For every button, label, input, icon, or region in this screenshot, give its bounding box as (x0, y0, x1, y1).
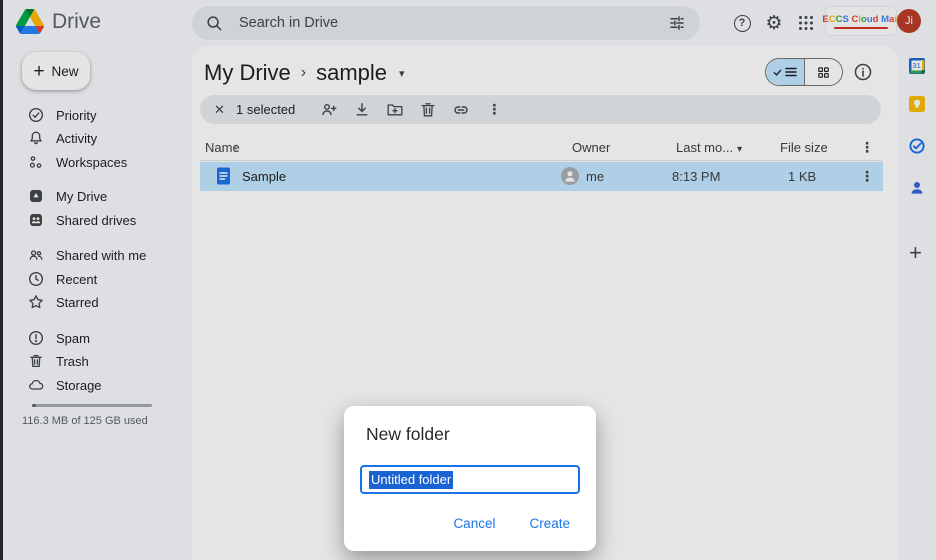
create-button[interactable]: Create (517, 510, 582, 537)
folder-name-selected-text: Untitled folder (369, 471, 453, 489)
dialog-actions: Cancel Create (441, 510, 582, 537)
window-left-edge (0, 0, 3, 560)
cancel-button[interactable]: Cancel (441, 510, 507, 537)
new-folder-dialog: New folder Untitled folder Cancel Create (344, 406, 596, 551)
dialog-title: New folder (366, 424, 580, 445)
folder-name-input[interactable]: Untitled folder (360, 465, 580, 494)
